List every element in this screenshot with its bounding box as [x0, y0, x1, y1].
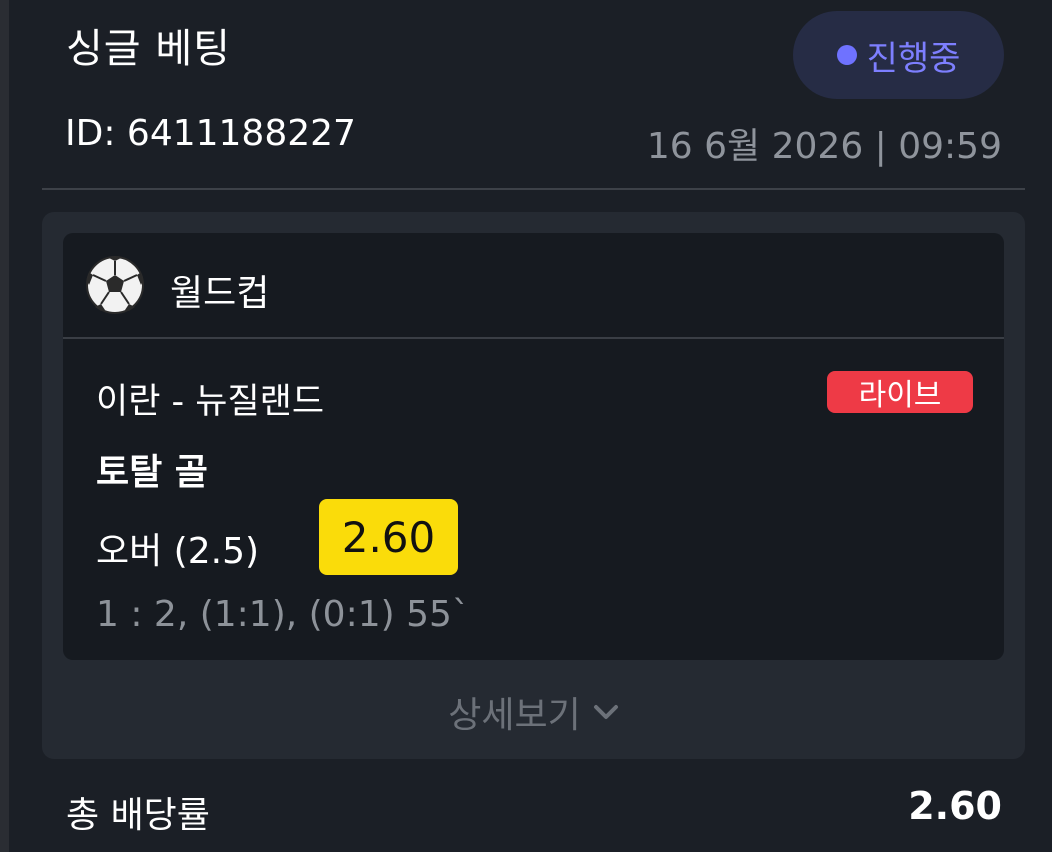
status-badge: 진행중 [793, 11, 1004, 99]
league-row: 월드컵 [63, 233, 1004, 339]
selection-card: 월드컵 이란 - 뉴질랜드 라이브 토탈 골 오버 (2.5) 2.60 1 :… [63, 233, 1004, 660]
bet-card: 월드컵 이란 - 뉴질랜드 라이브 토탈 골 오버 (2.5) 2.60 1 :… [42, 212, 1025, 759]
details-label: 상세보기 [448, 695, 581, 736]
total-odds-label: 총 배당률 [66, 795, 210, 836]
bet-id: ID: 6411188227 [65, 113, 356, 154]
soccer-ball-icon [86, 256, 144, 314]
bet-datetime: 16 6월 2026 | 09:59 [646, 126, 1002, 167]
selection-label: 오버 (2.5) [96, 531, 260, 572]
status-label: 진행중 [866, 38, 961, 79]
league-name: 월드컵 [170, 273, 270, 314]
status-dot-icon [836, 45, 857, 65]
bet-slip-panel: 싱글 베팅 진행중 ID: 6411188227 16 6월 2026 | 09… [9, 0, 1052, 852]
total-odds-value: 2.60 [908, 784, 1002, 828]
details-toggle-button[interactable]: 상세보기 [42, 684, 1025, 740]
live-badge: 라이브 [827, 371, 973, 413]
chevron-down-icon [593, 705, 618, 719]
live-score: 1 : 2, (1:1), (0:1) 55` [96, 594, 470, 635]
header-divider [42, 188, 1025, 190]
odds-value: 2.60 [319, 499, 458, 575]
match-name: 이란 - 뉴질랜드 [96, 382, 325, 422]
market-name: 토탈 골 [96, 452, 208, 493]
bet-type-title: 싱글 베팅 [66, 26, 231, 72]
